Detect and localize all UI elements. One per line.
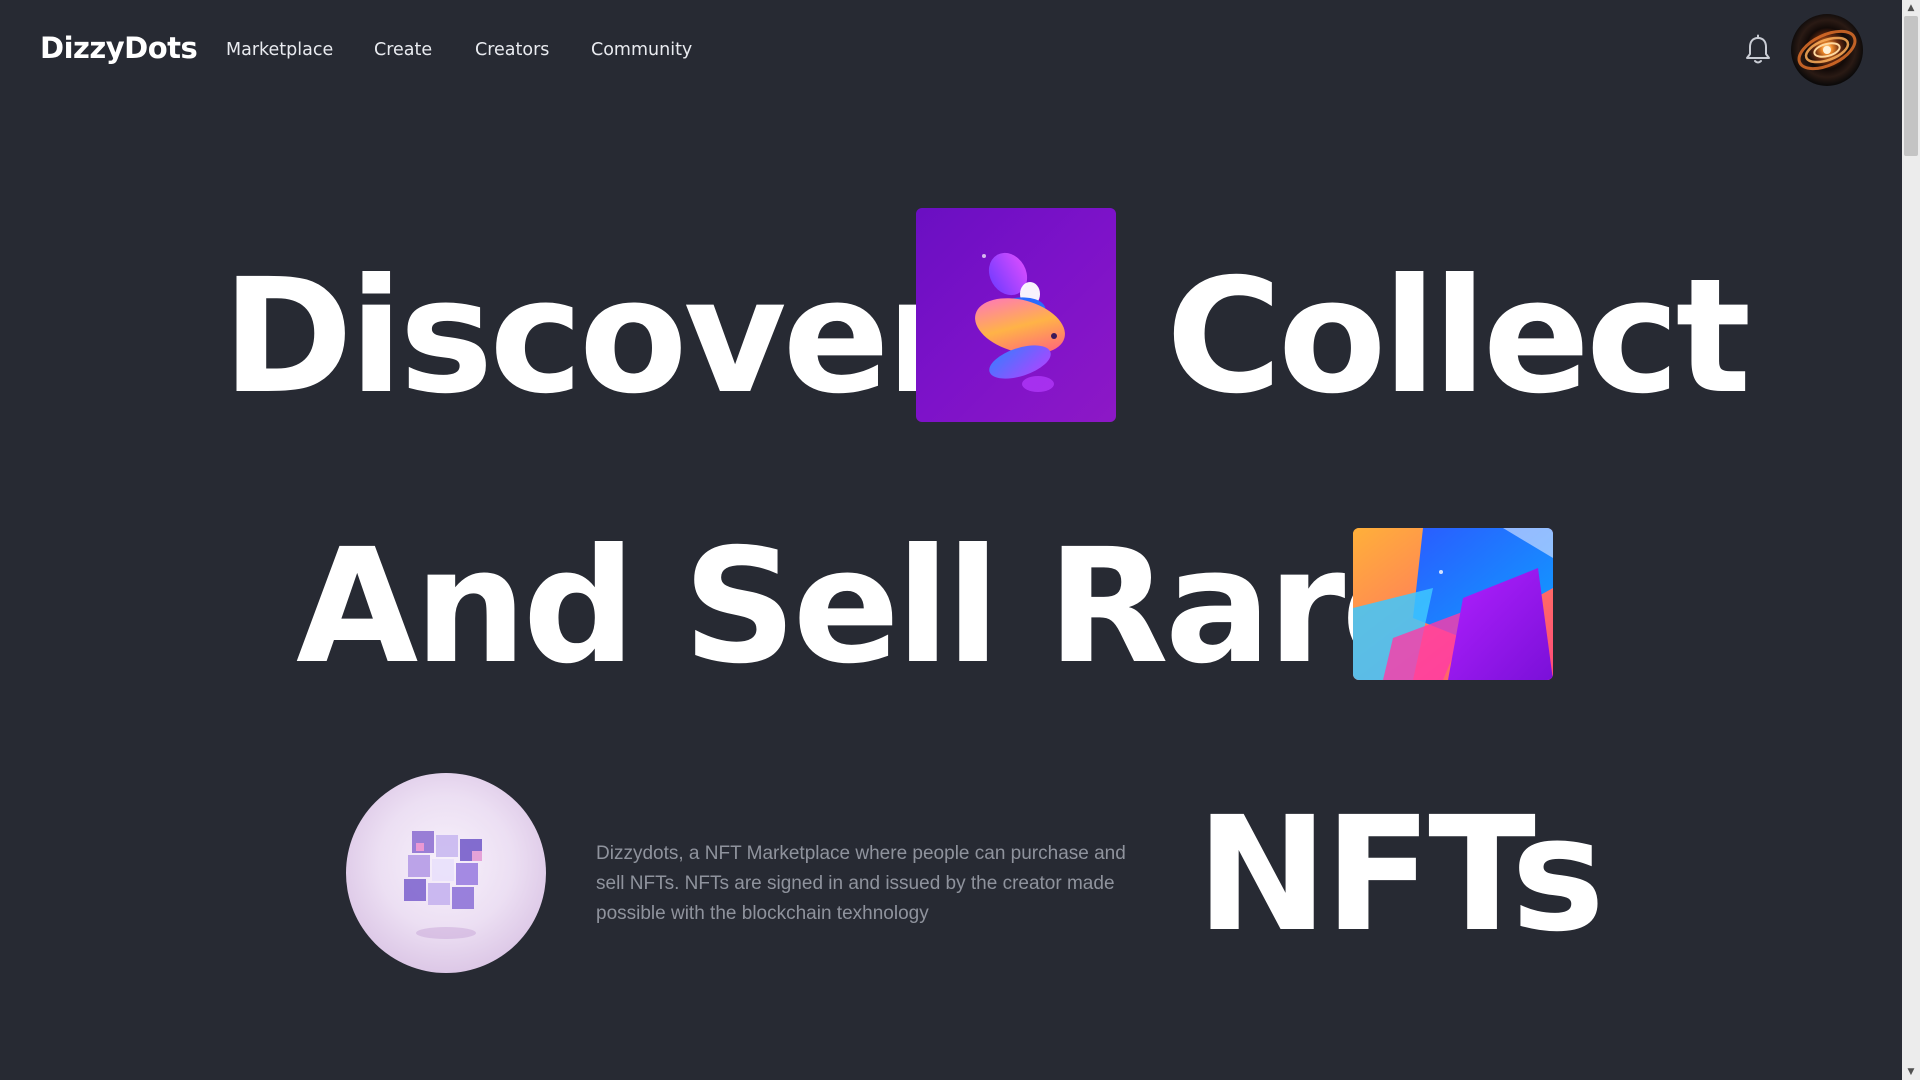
nav-link-community[interactable]: Community [591,40,692,60]
nft-crystal-cube-image [346,773,546,973]
nav-link-create[interactable]: Create [374,40,432,60]
hero-word-nfts: NFTs [1196,783,1605,967]
user-avatar[interactable] [1791,14,1863,86]
hero-description: Dizzydots, a NFT Marketplace where peopl… [596,843,1126,924]
nft-abstract-shapes-image [1353,528,1553,680]
brand-logo[interactable]: DizzyDots [40,31,198,65]
page: DizzyDots Marketplace Create Creators Co… [0,0,1920,1080]
nft-abstract-figure-image [916,208,1116,422]
hero-words-and-sell-rare: And Sell Rare [296,515,1449,699]
nav-link-marketplace[interactable]: Marketplace [226,40,333,60]
nav-link-creators[interactable]: Creators [475,40,549,60]
hero-word-discover: Discover [222,245,964,429]
page-scrollbar[interactable]: ▲ ▼ [1902,0,1920,1080]
bell-icon[interactable] [1744,34,1772,66]
scrollbar-thumb[interactable] [1904,16,1918,156]
scroll-up-arrow-icon[interactable]: ▲ [1902,0,1920,16]
scroll-down-arrow-icon[interactable]: ▼ [1902,1064,1920,1080]
hero-word-collect: Collect [1166,245,1751,429]
